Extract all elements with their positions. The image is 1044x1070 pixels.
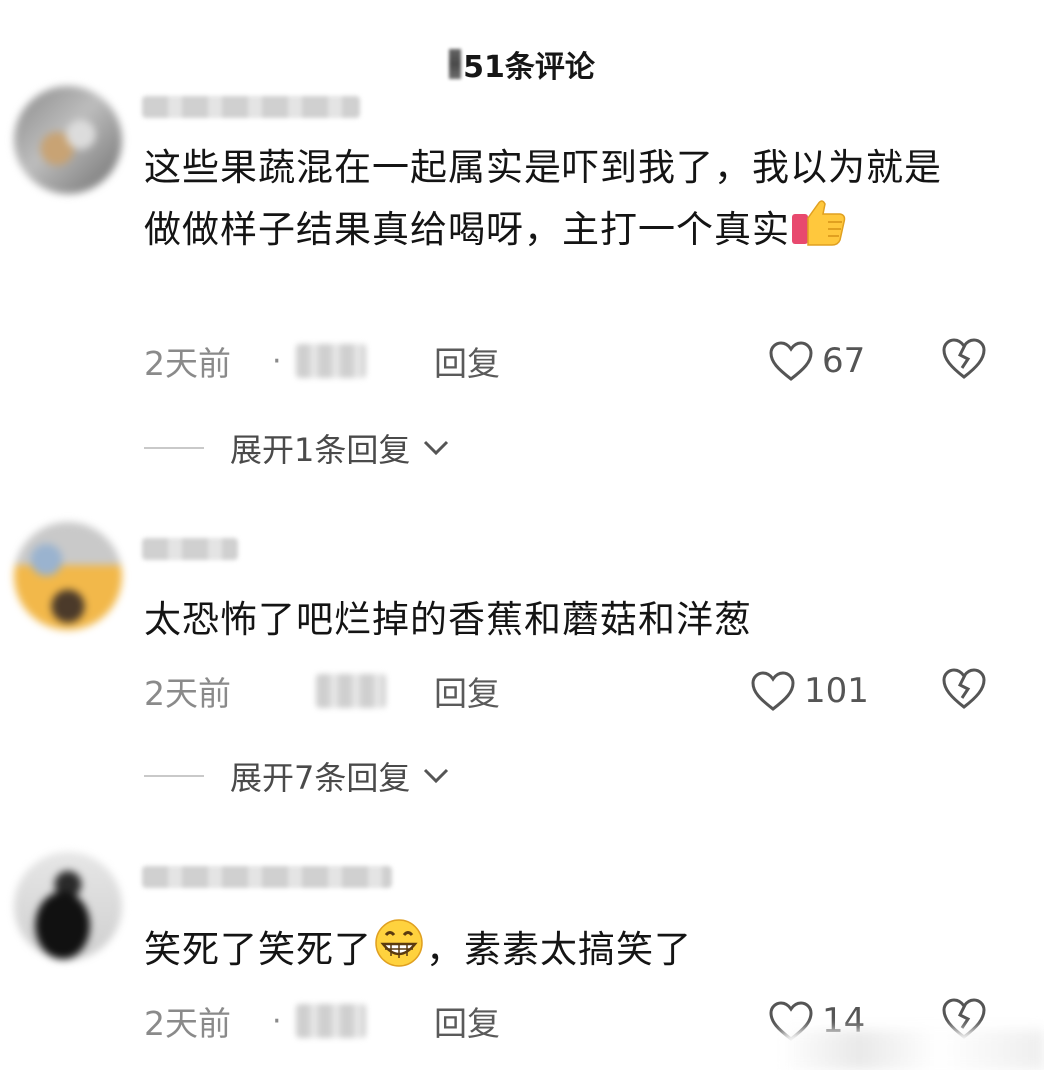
- username-blurred[interactable]: [142, 96, 360, 118]
- separator-dot: ·: [272, 1003, 282, 1039]
- expand-replies-label: 展开7条回复: [230, 759, 411, 797]
- like-count: 101: [804, 671, 869, 711]
- comments-header: 51条评论: [0, 36, 1044, 92]
- reply-button[interactable]: 回复: [434, 667, 500, 715]
- like-button[interactable]: 101: [750, 670, 869, 712]
- username-blurred[interactable]: [142, 538, 238, 560]
- reply-button[interactable]: 回复: [434, 337, 500, 385]
- chevron-down-icon: [424, 768, 449, 784]
- avatar[interactable]: [14, 522, 122, 630]
- divider-line: [144, 447, 204, 449]
- reply-button[interactable]: 回复: [434, 997, 500, 1045]
- comment-text: 这些果蔬混在一起属实是吓到我了，我以为就是做做样子结果真给喝呀，主打一个真实: [144, 140, 974, 264]
- heart-icon: [751, 671, 795, 711]
- location-blurred: [316, 674, 386, 708]
- chevron-down-icon: [424, 440, 449, 456]
- expand-replies[interactable]: 展开7条回复: [144, 756, 450, 797]
- dislike-button[interactable]: [940, 666, 988, 718]
- heart-icon: [769, 341, 813, 381]
- separator-dot: ·: [272, 343, 282, 379]
- comment-time: 2天前: [144, 674, 231, 713]
- comment-text: 笑死了笑死了 ，素素太搞笑了: [144, 918, 974, 984]
- broken-heart-icon: [942, 668, 986, 709]
- dislike-button[interactable]: [940, 336, 988, 388]
- location-blurred: [295, 344, 366, 378]
- expand-replies-label: 展开1条回复: [230, 431, 411, 469]
- thumbs-up-icon: [790, 196, 848, 264]
- watermark-blurred: [780, 1030, 1044, 1070]
- comment-time: 2天前: [144, 1004, 231, 1043]
- comment-meta: 2天前 · 回复 67: [144, 336, 994, 386]
- comments-count-title: 51条评论: [463, 50, 595, 85]
- comment-meta: 2天前 回复 101: [144, 666, 994, 716]
- grinning-face-icon: [372, 918, 426, 984]
- location-blurred: [295, 1004, 366, 1038]
- avatar[interactable]: [14, 852, 122, 960]
- like-count: 67: [822, 341, 866, 381]
- username-blurred[interactable]: [142, 866, 392, 888]
- expand-replies[interactable]: 展开1条回复: [144, 428, 450, 469]
- avatar[interactable]: [14, 86, 122, 194]
- blurred-digit: [449, 49, 462, 79]
- comment-text: 太恐怖了吧烂掉的香蕉和蘑菇和洋葱: [144, 598, 752, 641]
- divider-line: [144, 775, 204, 777]
- broken-heart-icon: [942, 338, 986, 379]
- like-button[interactable]: 67: [768, 340, 865, 382]
- comment-time: 2天前: [144, 344, 231, 383]
